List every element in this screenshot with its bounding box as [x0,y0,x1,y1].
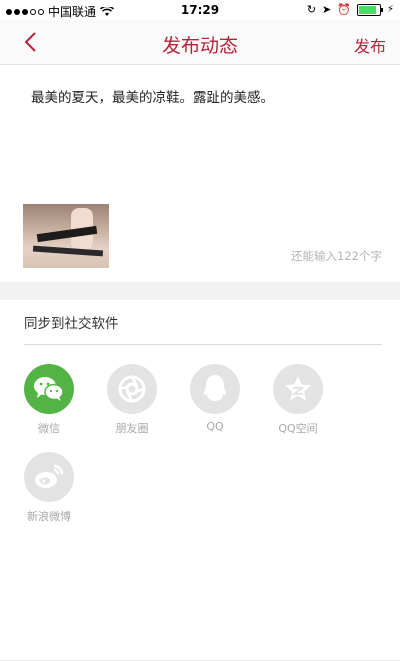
share-weibo[interactable]: 新浪微博 [19,452,79,524]
battery-icon [356,3,383,16]
post-text-input[interactable]: 最美的夏天，最美的凉鞋。露趾的美感。 [31,86,274,106]
weibo-icon [24,452,74,502]
share-qq-label: QQ [206,420,224,433]
sync-divider [24,344,382,345]
share-wechat-label: 微信 [38,422,60,435]
share-qzone-label: QQ空间 [278,422,318,435]
sync-section-title: 同步到社交软件 [24,316,119,332]
rotation-lock-icon: ↻ [306,3,317,16]
alarm-icon: ⏰ [337,3,351,16]
page-title: 发布动态 [161,35,238,57]
share-moments-label: 朋友圈 [115,422,149,435]
status-bar: 中国联通 17:29 ↻ ➤ ⏰ ⚡ [0,0,400,20]
share-weibo-label: 新浪微博 [27,510,71,523]
moments-icon [107,364,157,414]
qq-icon [190,364,240,414]
charging-icon: ⚡ [386,4,394,15]
wechat-icon [24,364,74,414]
share-qzone[interactable]: QQ空间 [268,364,328,436]
section-separator [0,282,400,300]
photo-sandal-sole [32,245,104,257]
share-moments[interactable]: 朋友圈 [102,364,162,436]
share-qq[interactable]: QQ [185,364,245,433]
status-right: ↻ ➤ ⏰ ⚡ [307,3,394,16]
location-icon: ➤ [322,3,332,16]
qzone-icon [273,364,323,414]
publish-button[interactable]: 发布 [354,33,386,57]
remaining-characters: 还能输入122个字 [291,249,382,263]
share-wechat[interactable]: 微信 [19,364,79,436]
attached-photo[interactable] [23,204,109,268]
nav-bar: 发布动态 发布 [0,20,400,65]
